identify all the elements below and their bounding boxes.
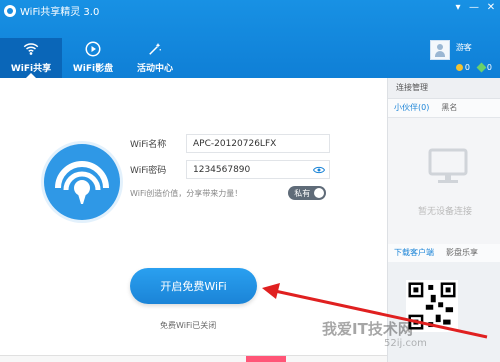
tab-disk-share[interactable]: 影盘乐享 <box>440 244 484 262</box>
window-title-area: WiFi共享精灵 3.0 <box>4 3 99 18</box>
coin-count: 0 <box>464 63 470 72</box>
tab-wifi-share[interactable]: WiFi共享 <box>0 38 62 78</box>
app-logo-icon <box>4 4 16 17</box>
wifi-password-row: WiFi密码 1234567890 <box>130 156 330 182</box>
eye-icon[interactable] <box>313 165 325 175</box>
wifi-name-value: APC-20120726LFX <box>193 138 277 149</box>
share-hint: WiFi创造价值，分享带来力量！ <box>130 188 243 198</box>
play-icon <box>85 41 101 57</box>
privacy-toggle[interactable]: 私有 <box>288 186 327 200</box>
coin-stat: 0 <box>455 63 470 72</box>
promo-tabs: 下载客户端 影盘乐享 <box>388 244 500 263</box>
wifi-password-label: WiFi密码 <box>130 165 167 176</box>
wifi-share-logo-icon <box>44 144 120 220</box>
window-title: WiFi共享精灵 3.0 <box>20 7 100 18</box>
coin-icon <box>455 64 463 71</box>
tab-download-client[interactable]: 下载客户端 <box>388 244 440 262</box>
gem-stat: 0 <box>476 62 492 73</box>
wifi-name-label: WiFi名称 <box>130 139 167 150</box>
magic-wand-icon <box>149 43 161 55</box>
no-device-text: 暂无设备连接 <box>418 207 473 217</box>
close-icon[interactable]: ✕ <box>482 0 500 16</box>
connection-tabs: 小伙伴(0) 黑名 <box>388 99 500 118</box>
user-info: 游客 0 0 <box>455 40 492 73</box>
toggle-knob <box>314 188 325 198</box>
gem-icon <box>476 62 487 73</box>
user-panel[interactable]: 游客 0 0 <box>429 40 492 73</box>
gem-count: 0 <box>486 63 492 72</box>
bottom-badge <box>246 356 286 362</box>
watermark-subtext: 52ij.com <box>384 338 427 349</box>
minimize-icon[interactable]: — <box>466 0 482 16</box>
tab-wifi-disk[interactable]: WiFi影盘 <box>62 38 124 78</box>
title-bar: WiFi共享精灵 3.0 ▾ — ✕ WiFi共享 WiFi影盘 活动中心 游客… <box>0 0 500 78</box>
wifi-name-row: WiFi名称 APC-20120726LFX <box>130 130 330 156</box>
user-name: 游客 <box>455 43 472 52</box>
tab-wifi-disk-label: WiFi影盘 <box>72 64 114 74</box>
user-stats: 0 0 <box>455 62 492 73</box>
tab-wifi-share-label: WiFi共享 <box>10 64 52 74</box>
hint-row: WiFi创造价值，分享带来力量！ 私有 <box>130 186 330 200</box>
bottom-strip <box>0 355 387 362</box>
tab-activity-center-label: 活动中心 <box>136 64 173 74</box>
privacy-toggle-label: 私有 <box>294 188 311 198</box>
main-nav: WiFi共享 WiFi影盘 活动中心 <box>0 38 186 78</box>
qr-code-icon[interactable] <box>406 280 458 332</box>
tab-activity-center[interactable]: 活动中心 <box>124 38 186 78</box>
wifi-status-text: 免费WiFi已关闭 <box>160 321 217 330</box>
tab-friends[interactable]: 小伙伴(0) <box>388 99 435 117</box>
connection-header: 连接管理 <box>388 78 500 99</box>
avatar[interactable] <box>429 40 450 60</box>
wifi-form: WiFi名称 APC-20120726LFX WiFi密码 1234567890… <box>130 130 330 200</box>
watermark-text: 我爱IT技术网 <box>322 320 413 338</box>
wifi-name-input[interactable]: APC-20120726LFX <box>186 133 330 153</box>
monitor-icon <box>428 148 468 183</box>
menu-icon[interactable]: ▾ <box>450 0 466 16</box>
start-wifi-button[interactable]: 开启免费WiFi <box>130 268 257 304</box>
tab-blacklist[interactable]: 黑名 <box>435 99 463 117</box>
wifi-password-value: 1234567890 <box>193 164 251 175</box>
window-controls: ▾ — ✕ <box>450 0 500 16</box>
wifi-password-input[interactable]: 1234567890 <box>186 159 330 179</box>
wifi-icon <box>23 43 39 55</box>
